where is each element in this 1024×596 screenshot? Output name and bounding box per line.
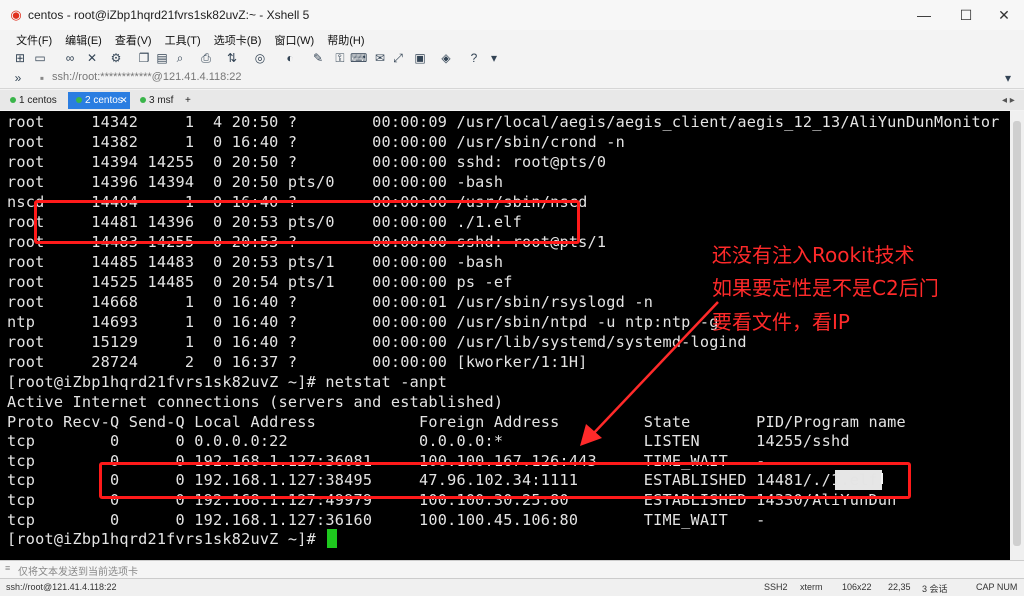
- annotation-line-3: 要看文件，看IP: [712, 310, 850, 334]
- status-caps-num: CAP NUM: [976, 582, 1018, 592]
- arrow-line: [591, 301, 719, 436]
- status-address: ssh://root@121.41.4.118:22: [6, 582, 117, 592]
- status-protocol: SSH2: [764, 582, 788, 592]
- status-bar: ssh://root@121.41.4.118:22 SSH2 xterm 10…: [0, 578, 1024, 596]
- scrollbar-thumb[interactable]: [1013, 121, 1021, 546]
- compose-bar: ≡ 仅将文本发送到当前选项卡: [0, 560, 1024, 578]
- annotation-line-1: 还没有注入Rookit技术: [712, 243, 915, 267]
- status-size: 106x22: [842, 582, 872, 592]
- terminal-scrollbar[interactable]: [1010, 111, 1024, 560]
- status-terminal-type: xterm: [800, 582, 823, 592]
- menu-icon[interactable]: ≡: [5, 563, 10, 573]
- annotation-line-2: 如果要定性是不是C2后门: [712, 276, 939, 300]
- compose-input[interactable]: 仅将文本发送到当前选项卡: [18, 563, 138, 578]
- status-cursor-pos: 22,35: [888, 582, 911, 592]
- status-sessions: 3 会话: [922, 584, 948, 594]
